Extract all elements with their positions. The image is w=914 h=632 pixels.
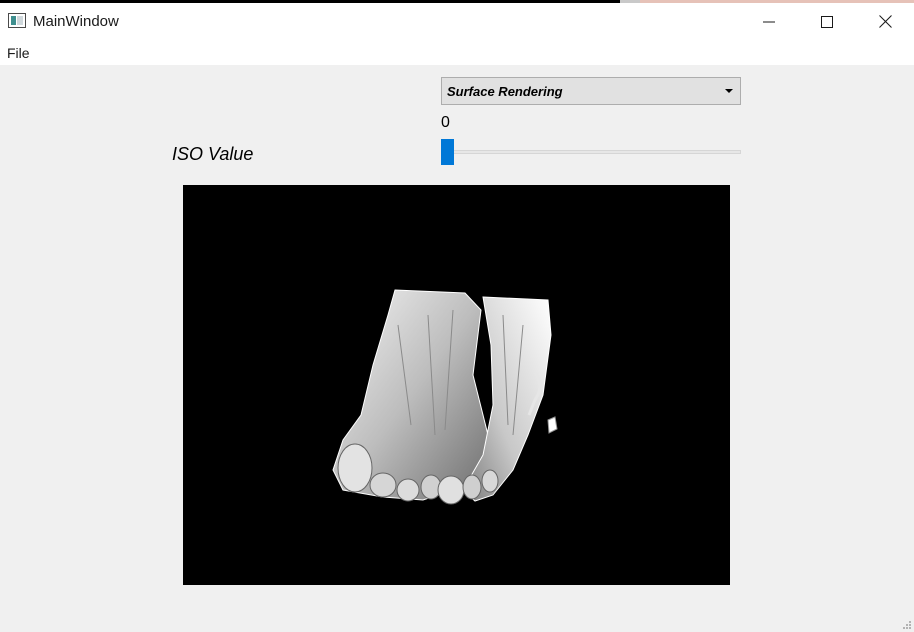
iso-slider-handle[interactable] (441, 139, 454, 165)
iso-value-label: ISO Value (172, 144, 254, 164)
minimize-button[interactable] (740, 3, 798, 40)
maximize-button[interactable] (798, 3, 856, 40)
render-viewport[interactable] (183, 185, 730, 585)
app-window-icon (8, 13, 26, 28)
render-mode-dropdown[interactable]: Surface Rendering (441, 77, 741, 105)
menu-file[interactable]: File (7, 45, 30, 61)
minimize-icon (763, 21, 775, 22)
close-button[interactable] (856, 3, 914, 40)
iso-slider-track[interactable] (441, 150, 741, 154)
close-icon (878, 15, 892, 28)
feet-surface-render (332, 289, 558, 505)
menu-bar: File (0, 40, 914, 65)
window-title: MainWindow (33, 13, 119, 30)
title-bar: MainWindow (0, 3, 914, 40)
maximize-icon (821, 15, 833, 28)
render-mode-selected: Surface Rendering (447, 84, 563, 99)
chevron-down-icon (725, 89, 733, 93)
iso-value-readout: 0 (441, 114, 450, 131)
resize-grip-icon[interactable] (902, 620, 912, 630)
